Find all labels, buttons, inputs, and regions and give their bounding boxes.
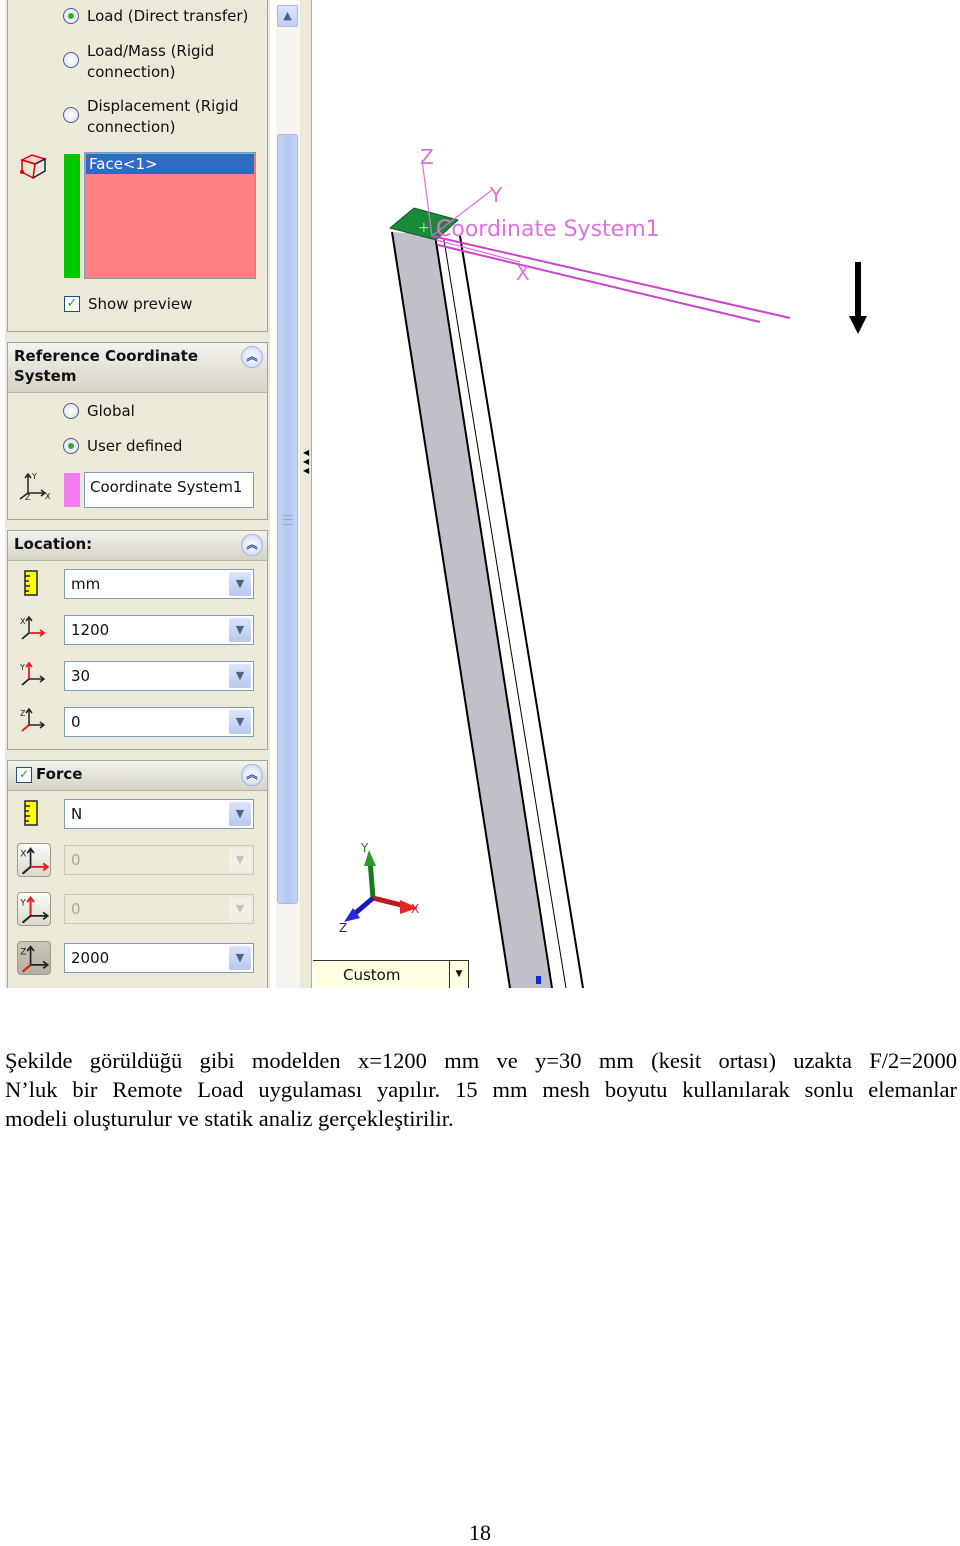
svg-text:Y: Y [31, 472, 37, 481]
triad-x-label: X [411, 902, 419, 916]
collapse-chevron-icon[interactable]: ︽ [241, 346, 263, 368]
svg-text:Z: Z [25, 493, 31, 501]
svg-text:X: X [45, 492, 51, 501]
y-axis-icon: Y [19, 661, 46, 686]
mouse-cursor-marker [536, 976, 541, 984]
force-x-toggle-button[interactable]: X [17, 843, 51, 877]
x-axis-icon: X [20, 615, 46, 640]
page-number: 18 [469, 1520, 491, 1545]
checkbox-checked-icon[interactable]: ✓ [64, 296, 80, 312]
property-manager-panel: Load (Direct transfer) Load/Mass (Rigid … [5, 0, 270, 988]
location-y-field[interactable]: 30 ▼ [64, 661, 254, 691]
radio-button[interactable] [63, 438, 79, 454]
paragraph-line: modeli oluşturulur ve statik analiz gerç… [5, 1106, 454, 1131]
face-selection-icon [19, 154, 48, 180]
chevron-down-icon[interactable]: ▼ [229, 802, 251, 826]
unit-ruler-icon [24, 800, 38, 826]
scroll-grip-icon [283, 515, 293, 525]
body-paragraph: Şekilde görüldüğü gibi modelden x=1200 m… [5, 1046, 957, 1133]
svg-text:X: X [20, 850, 26, 860]
force-unit-dropdown[interactable]: N ▼ [64, 799, 254, 829]
radio-button[interactable] [63, 107, 79, 123]
force-direction-arrow-icon [849, 262, 867, 334]
coordinate-system-icon: Y X Z [19, 472, 51, 501]
remote-load-type-group: Load (Direct transfer) Load/Mass (Rigid … [7, 0, 268, 332]
origin-plus-icon: + [418, 220, 430, 236]
reference-coordinate-system-group: Reference Coordinate System ︽ Global Use… [7, 342, 268, 520]
cs-axis-z-label: Z [420, 145, 434, 169]
beam-front-face [392, 232, 552, 988]
model-view: + Z Y X Coordinate System1 Y X Z [339, 145, 867, 988]
solidworks-screenshot: Load (Direct transfer) Load/Mass (Rigid … [0, 0, 960, 988]
y-axis-icon: Y [19, 895, 50, 924]
selection-color-indicator [64, 473, 80, 507]
svg-text:Y: Y [19, 899, 26, 909]
group-header[interactable]: Location: ︽ [8, 531, 267, 561]
x-axis-icon: X [20, 847, 50, 875]
collapse-chevron-icon[interactable]: ︽ [241, 764, 263, 786]
group-title: Location: [14, 535, 93, 553]
panel-splitter[interactable]: ◀ ◀ ◀ [300, 0, 312, 988]
force-y-toggle-button[interactable]: Y [17, 892, 51, 926]
chevron-down-icon: ▼ [229, 897, 251, 921]
property-manager-scrollbar[interactable]: ▲ [276, 4, 300, 988]
radio-button[interactable] [63, 403, 79, 419]
force-enable-checkbox[interactable]: ✓ [16, 767, 32, 783]
graphics-viewport[interactable]: + Z Y X Coordinate System1 Y X Z Custom … [313, 0, 960, 988]
view-orientation-dropdown[interactable]: Custom ▼ [313, 960, 469, 988]
svg-text:Z: Z [20, 709, 26, 718]
cs-axis-x-label: X [516, 261, 530, 285]
force-z-toggle-button[interactable]: Z [17, 941, 51, 975]
faces-selection-list[interactable]: Face<1> [84, 152, 256, 279]
paragraph-line: Şekilde görüldüğü gibi modelden x=1200 m… [5, 1048, 957, 1073]
chevron-down-icon[interactable]: ▼ [229, 572, 251, 596]
triad-z-label: Z [339, 921, 347, 935]
z-axis-icon: Z [20, 707, 46, 732]
group-header[interactable]: Reference Coordinate System ︽ [8, 343, 267, 393]
z-axis-icon: Z [20, 945, 50, 973]
view-orientation-triad [344, 850, 418, 922]
location-unit-dropdown[interactable]: mm ▼ [64, 569, 254, 599]
group-title: Force [36, 765, 83, 783]
cs-axis-y-label: Y [489, 183, 503, 207]
chevron-down-icon[interactable]: ▼ [229, 618, 251, 642]
scroll-thumb[interactable] [277, 134, 298, 904]
group-title-line2: System [14, 367, 77, 385]
triad-y-label: Y [360, 841, 369, 855]
radio-button[interactable] [63, 8, 79, 24]
chevron-down-icon[interactable]: ▼ [229, 710, 251, 734]
chevron-down-icon: ▼ [229, 848, 251, 872]
scroll-up-button[interactable]: ▲ [277, 5, 298, 27]
collapse-panel-arrows-icon[interactable]: ◀ ◀ ◀ [303, 448, 309, 475]
coordinate-system-label: Coordinate System1 [436, 217, 660, 242]
location-group: Location: ︽ mm ▼ X 1200 ▼ Y 30 ▼ Z 0 ▼ [7, 530, 268, 750]
chevron-down-icon[interactable]: ▼ [229, 946, 251, 970]
force-z-field[interactable]: 2000 ▼ [64, 943, 254, 973]
coordinate-system-selection-field[interactable]: Coordinate System1 [84, 472, 254, 508]
location-z-field[interactable]: 0 ▼ [64, 707, 254, 737]
force-group: ✓ Force ︽ N ▼ X 0 ▼ Y 0 ▼ Z 2000 ▼ [7, 760, 268, 988]
chevron-down-icon[interactable]: ▼ [449, 961, 468, 988]
list-item-face-1[interactable]: Face<1> [86, 154, 254, 174]
chevron-down-icon[interactable]: ▼ [229, 664, 251, 688]
radio-button[interactable] [63, 52, 79, 68]
svg-text:Y: Y [19, 663, 25, 672]
group-header[interactable]: ✓ Force ︽ [8, 761, 267, 791]
location-x-field[interactable]: 1200 ▼ [64, 615, 254, 645]
selection-active-indicator [64, 154, 80, 278]
svg-text:X: X [20, 617, 26, 626]
svg-text:Z: Z [20, 948, 26, 958]
paragraph-line: N’luk bir Remote Load uygulaması yapılır… [5, 1077, 957, 1102]
force-x-field[interactable]: 0 ▼ [64, 845, 254, 875]
collapse-chevron-icon[interactable]: ︽ [241, 534, 263, 556]
group-title: Reference Coordinate [14, 347, 198, 365]
force-y-field[interactable]: 0 ▼ [64, 894, 254, 924]
unit-ruler-icon [24, 570, 38, 596]
